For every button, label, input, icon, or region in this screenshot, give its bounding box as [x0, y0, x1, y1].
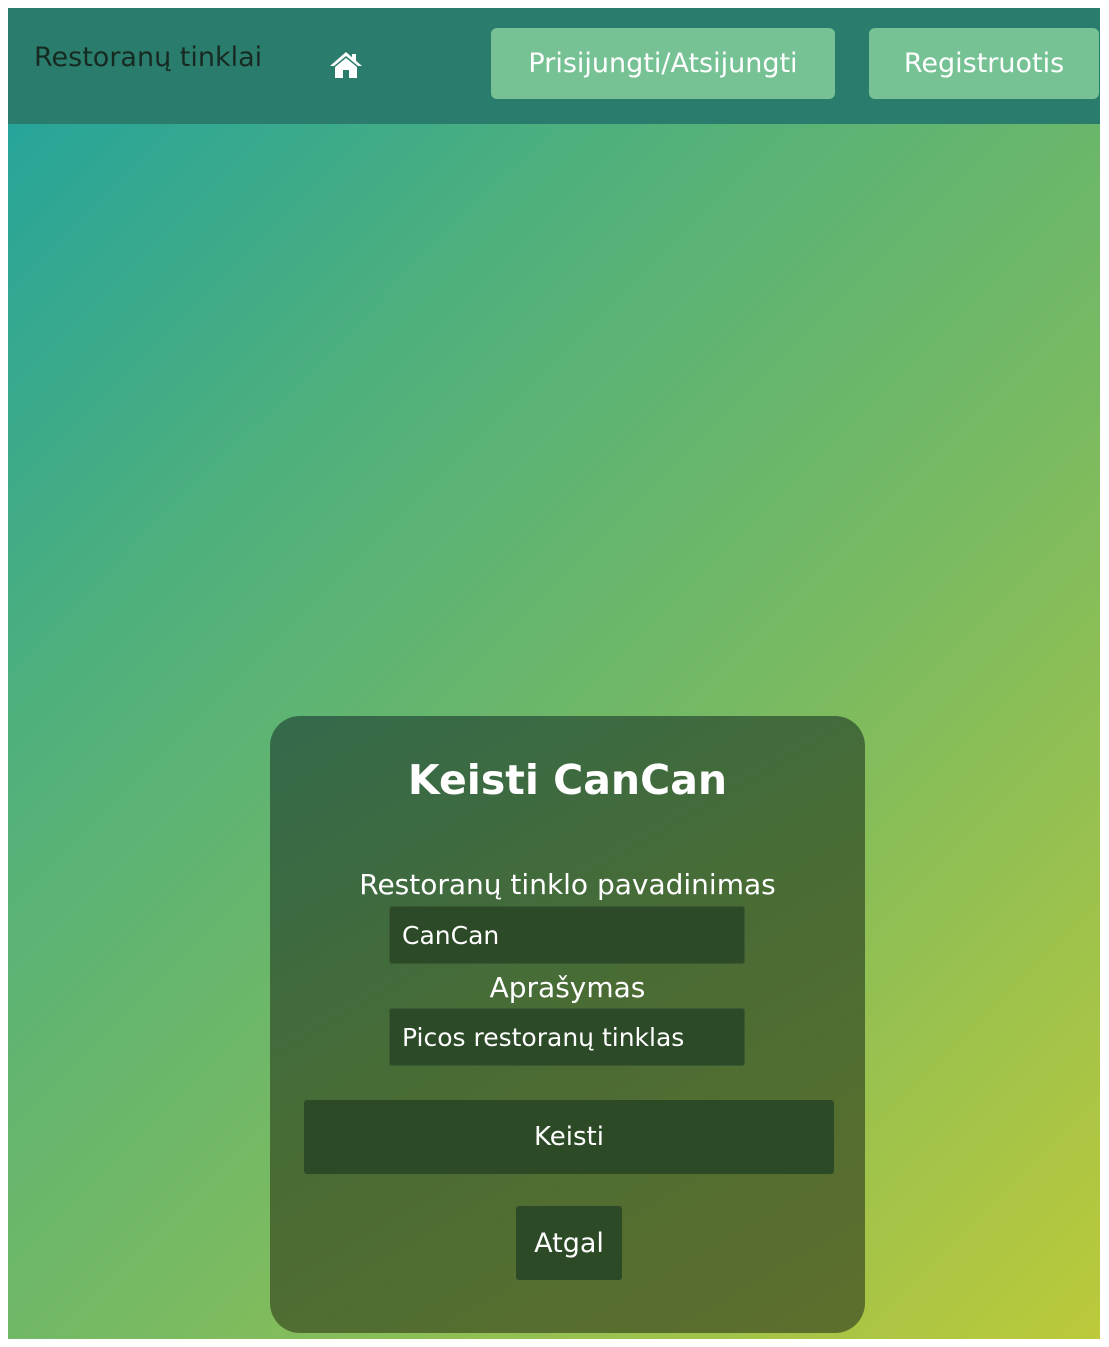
home-icon[interactable] [329, 50, 363, 80]
register-button[interactable]: Registruotis [869, 28, 1099, 99]
submit-button[interactable]: Keisti [304, 1100, 834, 1174]
navbar: Restoranų tinklai Prisijungti/Atsijungti… [8, 8, 1100, 124]
login-logout-button[interactable]: Prisijungti/Atsijungti [491, 28, 835, 99]
name-input[interactable] [389, 906, 745, 964]
brand-title[interactable]: Restoranų tinklai [34, 42, 262, 73]
form-title: Keisti CanCan [407, 756, 728, 804]
back-button[interactable]: Atgal [516, 1206, 622, 1280]
edit-form-card: Keisti CanCan Restoranų tinklo pavadinim… [270, 716, 865, 1333]
name-label: Restoranų tinklo pavadinimas [359, 868, 776, 901]
description-label: Aprašymas [489, 971, 646, 1004]
page-background: Restoranų tinklai Prisijungti/Atsijungti… [8, 8, 1100, 1339]
description-input[interactable] [389, 1008, 745, 1066]
